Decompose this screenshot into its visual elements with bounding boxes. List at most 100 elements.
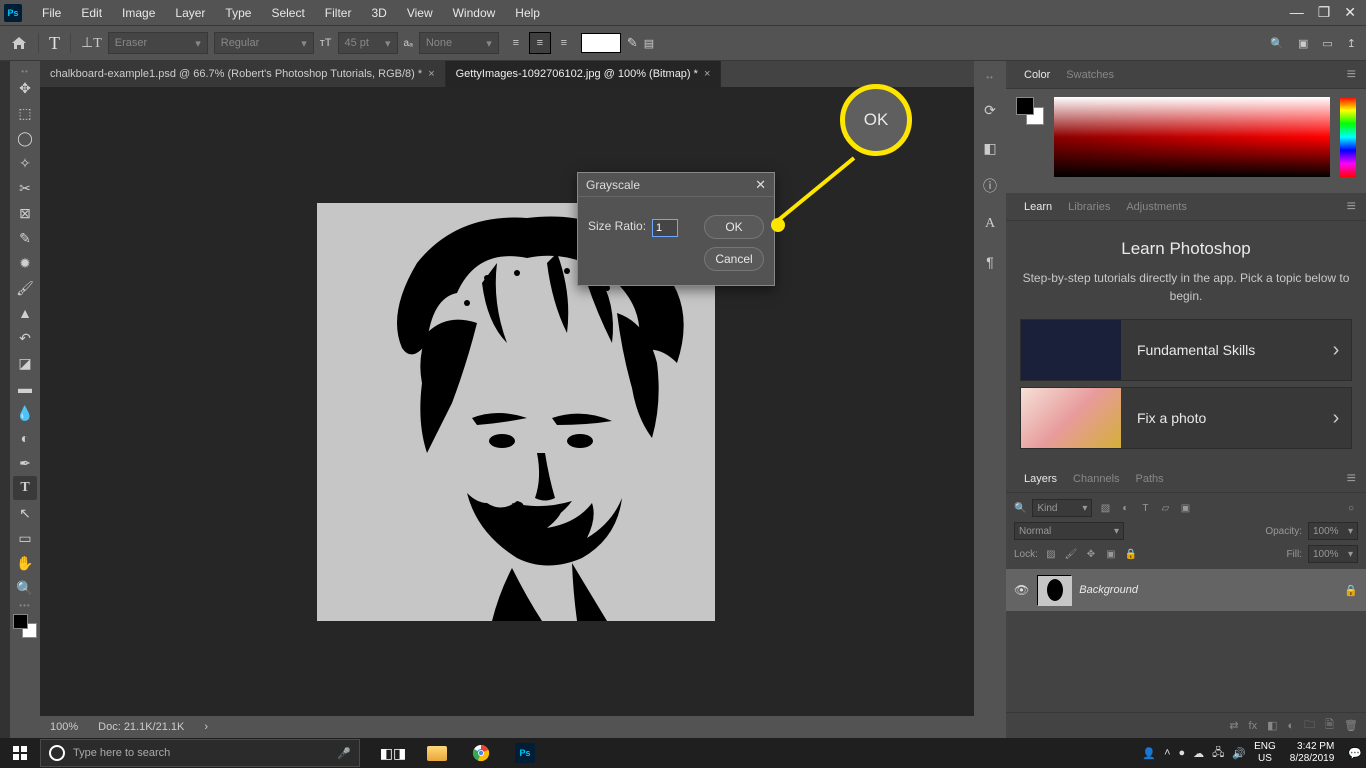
warp-text-icon[interactable]: ✎ xyxy=(627,35,638,51)
new-group-icon[interactable]: 🗀 xyxy=(1304,716,1315,735)
healing-brush-tool[interactable]: ✹ xyxy=(13,251,37,275)
panel-menu-icon[interactable]: ≡ xyxy=(1347,198,1356,216)
ok-button[interactable]: OK xyxy=(704,215,764,239)
panel-tab-paths[interactable]: Paths xyxy=(1128,473,1172,485)
mic-icon[interactable]: 🎤 xyxy=(337,747,351,760)
layer-style-icon[interactable]: fx xyxy=(1249,720,1258,732)
notifications-icon[interactable]: 💬 xyxy=(1348,747,1362,760)
document-tab[interactable]: GettyImages-1092706102.jpg @ 100% (Bitma… xyxy=(446,61,722,87)
align-left-button[interactable]: ≡ xyxy=(505,32,527,54)
path-selection-tool[interactable]: ↖ xyxy=(13,501,37,525)
chrome-icon[interactable] xyxy=(460,738,502,768)
dialog-titlebar[interactable]: Grayscale ✕ xyxy=(578,173,774,197)
pen-tool[interactable]: ✒ xyxy=(13,451,37,475)
photoshop-taskbar-icon[interactable]: Ps xyxy=(504,738,546,768)
zoom-level[interactable]: 100% xyxy=(50,721,78,733)
foreground-background-colors[interactable] xyxy=(13,614,37,638)
history-brush-tool[interactable]: ↶ xyxy=(13,326,37,350)
start-button[interactable] xyxy=(0,738,40,768)
document-tab[interactable]: chalkboard-example1.psd @ 66.7% (Robert'… xyxy=(40,61,446,87)
tab-close-icon[interactable]: × xyxy=(704,68,710,80)
home-icon[interactable] xyxy=(10,34,28,52)
menu-file[interactable]: File xyxy=(32,6,71,20)
hand-tool[interactable]: ✋ xyxy=(13,551,37,575)
eyedropper-tool[interactable]: ✎ xyxy=(13,226,37,250)
menu-image[interactable]: Image xyxy=(112,6,165,20)
text-orientation-icon[interactable]: ⊥T xyxy=(81,35,102,52)
color-fg-bg-swatch[interactable] xyxy=(1016,97,1044,125)
screen-mode-icon[interactable]: ▭ xyxy=(1322,37,1332,50)
move-tool[interactable]: ✥ xyxy=(13,76,37,100)
dialog-close-icon[interactable]: ✕ xyxy=(755,177,766,193)
menu-select[interactable]: Select xyxy=(261,6,314,20)
opacity-field[interactable]: 100%▾ xyxy=(1308,522,1358,540)
blend-mode-dropdown[interactable]: Normal▾ xyxy=(1014,522,1124,540)
filter-adjust-icon[interactable]: ◐ xyxy=(1118,501,1132,515)
clock[interactable]: 3:42 PM 8/28/2019 xyxy=(1284,741,1341,765)
panel-grip-icon[interactable]: •• xyxy=(986,73,994,82)
frame-tool[interactable]: ⊠ xyxy=(13,201,37,225)
cancel-button[interactable]: Cancel xyxy=(704,247,764,271)
menu-view[interactable]: View xyxy=(397,6,443,20)
magic-wand-tool[interactable]: ✧ xyxy=(13,151,37,175)
tab-close-icon[interactable]: × xyxy=(428,68,434,80)
visibility-toggle-icon[interactable]: 👁 xyxy=(1014,583,1029,597)
gradient-tool[interactable]: ▬ xyxy=(13,376,37,400)
menu-layer[interactable]: Layer xyxy=(165,6,215,20)
tray-chevron-icon[interactable]: ˄ xyxy=(1164,747,1170,759)
lock-all-icon[interactable]: 🔒 xyxy=(1124,547,1138,561)
brush-tool[interactable]: 🖌 xyxy=(13,276,37,300)
panel-tab-libraries[interactable]: Libraries xyxy=(1060,201,1118,213)
delete-layer-icon[interactable]: 🗑 xyxy=(1344,719,1358,732)
lock-transparent-icon[interactable]: ▨ xyxy=(1044,547,1058,561)
status-chevron-icon[interactable]: › xyxy=(204,721,208,733)
foreground-color-swatch[interactable] xyxy=(13,614,28,629)
arrange-documents-icon[interactable]: ▣ xyxy=(1298,37,1308,50)
volume-icon[interactable]: 🔊 xyxy=(1232,747,1246,760)
crop-tool[interactable]: ✂ xyxy=(13,176,37,200)
menu-filter[interactable]: Filter xyxy=(315,6,362,20)
minimize-icon[interactable]: — xyxy=(1290,4,1304,21)
maximize-icon[interactable]: ❐ xyxy=(1318,4,1331,21)
zoom-tool[interactable]: 🔍 xyxy=(13,576,37,600)
learn-card-fix-photo[interactable]: Fix a photo › xyxy=(1020,387,1352,449)
character-panel-icon[interactable]: A xyxy=(980,214,1000,234)
tool-edit-icon[interactable]: ••• xyxy=(19,601,30,609)
onedrive-icon[interactable]: ☁ xyxy=(1193,747,1204,760)
panel-tab-adjustments[interactable]: Adjustments xyxy=(1118,201,1195,213)
type-tool[interactable]: T xyxy=(13,476,37,500)
layer-thumbnail[interactable] xyxy=(1037,575,1071,605)
font-style-dropdown[interactable]: Regular▾ xyxy=(214,32,314,54)
panel-tab-swatches[interactable]: Swatches xyxy=(1058,69,1122,81)
color-spectrum[interactable] xyxy=(1054,97,1330,177)
panel-menu-icon[interactable]: ≡ xyxy=(1347,66,1356,84)
task-view-icon[interactable]: ◧◨ xyxy=(372,738,414,768)
doc-size[interactable]: Doc: 21.1K/21.1K xyxy=(98,721,184,733)
filter-smart-icon[interactable]: ▣ xyxy=(1178,501,1192,515)
menu-edit[interactable]: Edit xyxy=(71,6,112,20)
layer-mask-icon[interactable]: ◧ xyxy=(1267,719,1277,732)
lock-position-icon[interactable]: ✥ xyxy=(1084,547,1098,561)
lock-artboard-icon[interactable]: ▣ xyxy=(1104,547,1118,561)
menu-window[interactable]: Window xyxy=(443,6,506,20)
font-family-dropdown[interactable]: Eraser▾ xyxy=(108,32,208,54)
panel-tab-layers[interactable]: Layers xyxy=(1016,473,1065,485)
panel-tab-learn[interactable]: Learn xyxy=(1016,201,1060,213)
align-right-button[interactable]: ≡ xyxy=(553,32,575,54)
lock-pixels-icon[interactable]: 🖌 xyxy=(1064,547,1078,561)
people-icon[interactable]: 👤 xyxy=(1142,747,1156,760)
file-explorer-icon[interactable] xyxy=(416,738,458,768)
filter-search-icon[interactable]: 🔍 xyxy=(1014,503,1026,514)
fg-swatch[interactable] xyxy=(1016,97,1034,115)
adjustment-layer-icon[interactable]: ◐ xyxy=(1288,720,1295,732)
menu-type[interactable]: Type xyxy=(215,6,261,20)
filter-pixel-icon[interactable]: ▧ xyxy=(1098,501,1112,515)
menu-help[interactable]: Help xyxy=(505,6,550,20)
size-ratio-input[interactable] xyxy=(652,219,678,237)
layer-filter-dropdown[interactable]: Kind▾ xyxy=(1032,499,1092,517)
panel-tab-color[interactable]: Color xyxy=(1016,69,1058,81)
fill-field[interactable]: 100%▾ xyxy=(1308,545,1358,563)
new-layer-icon[interactable]: 🗎 xyxy=(1325,716,1334,735)
panel-tab-channels[interactable]: Channels xyxy=(1065,473,1127,485)
marquee-tool[interactable]: ⬚ xyxy=(13,101,37,125)
